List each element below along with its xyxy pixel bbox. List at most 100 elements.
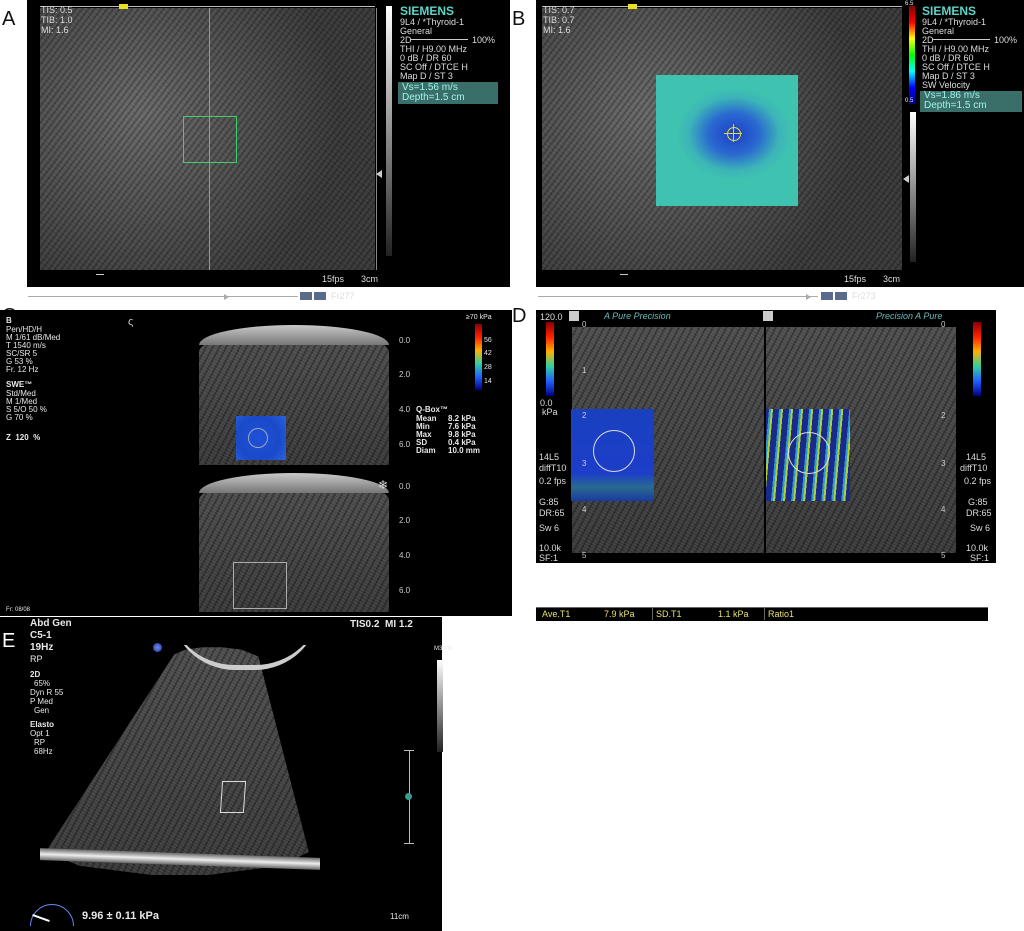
- panel-d-right-depth-5: 5: [941, 551, 946, 560]
- panel-d-left-sf: SF:1: [539, 553, 559, 563]
- panel-b-fps: 15fps: [844, 274, 867, 284]
- panel-d-right-dr: DR:65: [966, 508, 992, 518]
- panel-d-scale-top: 120.0: [540, 312, 563, 322]
- panel-e-result: 9.96 ± 0.11 kPa: [82, 910, 159, 922]
- panel-d-right-gain: G:85: [968, 497, 988, 507]
- panel-b-tib: TIB: 0.7: [543, 15, 575, 25]
- panel-b-frame-counter: Fr273: [852, 291, 876, 301]
- panel-a-focus-marker: [119, 4, 128, 9]
- panel-d-left-probe: 14L5: [539, 452, 560, 462]
- panel-a-focus-arrow: [376, 170, 382, 178]
- panel-a-top-rule: [40, 6, 375, 7]
- panel-a-cine-left-icon[interactable]: [300, 292, 312, 300]
- panel-d-scale-unit: kPa: [542, 407, 558, 417]
- panel-a-scale-mark: [96, 274, 104, 275]
- panel-b-gain: 100%: [994, 35, 1018, 45]
- panel-d-depth-0: 0: [582, 320, 587, 329]
- panel-b-focus-arrow: [903, 175, 909, 183]
- panel-d-ave-label: Ave.T1: [542, 609, 571, 619]
- panel-c-snowflake-icon: ❄: [378, 478, 389, 492]
- panel-b-velocity-map: [656, 75, 798, 206]
- panel-b-cursor-ring: [727, 127, 741, 141]
- panel-e-tis-mi: TIS0.2 MI 1.2: [350, 619, 413, 630]
- panel-c-zoom: Z 120 %: [6, 433, 41, 442]
- panel-c-colorbar-top: ≥70 kPa: [466, 314, 492, 321]
- panel-d-footer-sep-1: [652, 608, 653, 620]
- panel-c-qbox-diam-label: Diam: [416, 446, 436, 455]
- panel-a-brand: SIEMENS: [400, 4, 455, 18]
- panel-a-scale: 3cm: [361, 274, 379, 284]
- panel-d-right-depth-0: 0: [941, 320, 946, 329]
- panel-e-scale-label: M3 M1: [434, 646, 453, 652]
- panel-c-depth-top-2: 2.0: [399, 370, 411, 379]
- panel-d-left-dr: DR:65: [539, 508, 565, 518]
- panel-b-cine-marker: [806, 294, 811, 300]
- panel-b-cursor-v: [733, 124, 734, 142]
- panel-d-depth-4: 4: [582, 505, 587, 514]
- panel-d-right-freq: diffT10: [960, 463, 988, 473]
- panel-d-depth-5: 5: [582, 551, 587, 560]
- panel-a-tis: TIS: 0.5: [41, 5, 73, 15]
- panel-d-depth-3: 3: [582, 459, 587, 468]
- panel-b-cine-right-icon[interactable]: [835, 292, 847, 300]
- panel-a-fps: 15fps: [322, 274, 345, 284]
- panel-e-depth-label: 11cm: [390, 912, 409, 921]
- panel-d-right-roi-circle: [788, 432, 830, 474]
- panel-c-depth-bot-4: 4.0: [399, 551, 411, 560]
- panel-d-right-sw: Sw 6: [970, 523, 991, 533]
- panel-e-depth-scale-top: [404, 750, 414, 751]
- panel-d-brand-left: A Pure Precision: [604, 311, 671, 321]
- panel-c-colorbar-tick-2: 42: [484, 350, 492, 357]
- panel-c-frame-counter: Fr: 08/08: [6, 607, 31, 613]
- panel-letter-b: B: [512, 8, 526, 30]
- panel-a-cine-marker: [224, 294, 229, 300]
- panel-a-line-7: Map D / ST 3: [400, 71, 453, 81]
- panel-d-right-sf: SF:1: [970, 553, 990, 563]
- panel-e-sector-wrap: [40, 645, 320, 875]
- panel-b-scale-top: 6.5: [905, 1, 914, 7]
- panel-d-right-fps: 0.2 fps: [964, 476, 992, 486]
- panel-b-velocity-scale: [909, 6, 915, 104]
- panel-b-cine-bar[interactable]: [538, 296, 818, 297]
- panel-a-roi-box: [183, 116, 237, 163]
- panel-c-mode-b: B: [6, 316, 12, 325]
- panel-d-sd-value: 1.1 kPa: [718, 609, 749, 619]
- panel-a-grayscale-bar: [386, 6, 392, 256]
- panel-letter-a: A: [2, 8, 16, 30]
- panel-d-right-probe: 14L5: [966, 452, 987, 462]
- panel-c-colorbar-tick-1: 56: [484, 337, 492, 344]
- panel-d-left-prf: 10.0k: [539, 543, 562, 553]
- panel-b-focus-marker: [628, 4, 637, 9]
- panel-a-tib: TIB: 1.0: [41, 15, 73, 25]
- panel-d-right-depth-4: 4: [941, 505, 946, 514]
- panel-c-depth-bot-0: 0.0: [399, 482, 411, 491]
- panel-d-right-prf: 10.0k: [966, 543, 989, 553]
- panel-c-top-image: [199, 330, 389, 465]
- panel-c-depth-top-6: 6.0: [399, 440, 411, 449]
- panel-b-mi: MI: 1.6: [543, 25, 571, 35]
- panel-b-top-rule: [542, 6, 902, 7]
- panel-a-cine-bar[interactable]: [28, 296, 298, 297]
- panel-c-depth-top-4: 4.0: [399, 405, 411, 414]
- panel-d-left-sw: Sw 6: [539, 523, 560, 533]
- panel-e-depth-scale-bot: [404, 843, 414, 844]
- panel-b-cine-left-icon[interactable]: [821, 292, 833, 300]
- panel-c-probe-icon: ς: [128, 316, 134, 328]
- panel-a-gain: 100%: [472, 35, 496, 45]
- panel-d-left-gain: G:85: [539, 497, 559, 507]
- panel-d-right-t-icon: [763, 311, 773, 321]
- panel-c-qbox-diam-value: 10.0 mm: [448, 446, 481, 455]
- panel-c-qbox-circle: [248, 428, 268, 448]
- panel-c-colorbar: [475, 324, 482, 390]
- panel-a-cine-right-icon[interactable]: [314, 292, 326, 300]
- panel-d-footer-sep-2: [764, 608, 765, 620]
- panel-b-brand: SIEMENS: [922, 4, 977, 18]
- panel-letter-d: D: [512, 305, 527, 327]
- panel-e-roi-box: [219, 781, 247, 813]
- panel-b-gain-rule: [932, 39, 990, 40]
- panel-d-ave-value: 7.9 kPa: [604, 609, 635, 619]
- panel-e-probe: C5-1: [30, 630, 52, 641]
- panel-d-ratio-label: Ratio1: [768, 609, 795, 619]
- panel-d-left-freq: diffT10: [539, 463, 567, 473]
- panel-e-2d: 2D: [30, 670, 41, 679]
